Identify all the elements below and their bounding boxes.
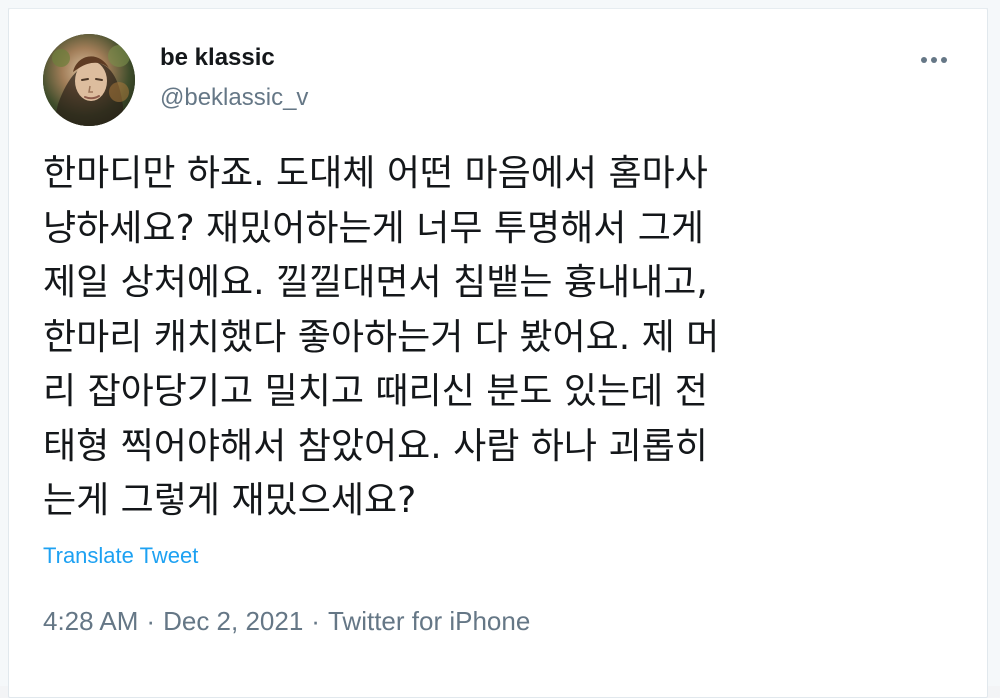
tweet-source[interactable]: Twitter for iPhone (328, 606, 530, 636)
avatar-image (43, 34, 135, 126)
tweet-time[interactable]: 4:28 AM (43, 606, 138, 636)
author-handle[interactable]: @beklassic_v (160, 84, 308, 112)
tweet-date[interactable]: Dec 2, 2021 (163, 606, 303, 636)
card-divider (8, 8, 988, 9)
author-name[interactable]: be klassic (160, 44, 275, 72)
tweet-text: 한마디만 하죠. 도대체 어떤 마음에서 홈마사 냥하세요? 재밌어하는게 너무… (43, 153, 720, 521)
metadata-separator: · (146, 606, 156, 636)
tweet-metadata: 4:28 AM · Dec 2, 2021 · Twitter for iPhone (43, 606, 530, 637)
more-options-button[interactable] (912, 44, 956, 76)
more-icon (921, 57, 947, 63)
avatar[interactable] (43, 34, 135, 126)
translate-tweet-link[interactable]: Translate Tweet (43, 543, 198, 569)
metadata-separator: · (311, 606, 320, 636)
